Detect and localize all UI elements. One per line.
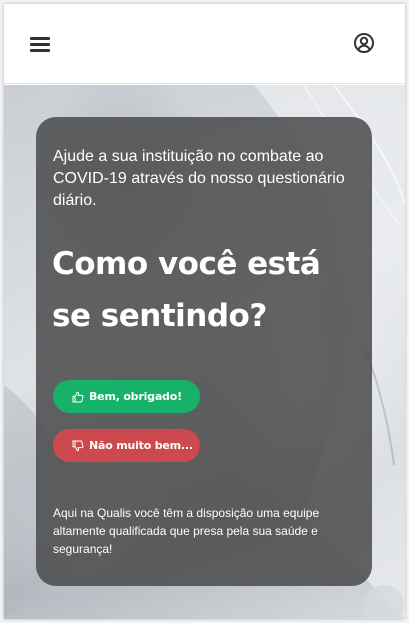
support-text: Aqui na Qualis você têm a disposição uma… bbox=[53, 506, 320, 556]
feeling-good-button[interactable]: Bem, obrigado! bbox=[53, 380, 200, 413]
feeling-bad-label: Não muito bem... bbox=[89, 439, 193, 452]
thumbs-up-icon bbox=[72, 391, 84, 402]
user-profile-icon[interactable] bbox=[352, 31, 376, 55]
question-title: Como você está se sentindo? bbox=[52, 246, 321, 334]
intro-text: Ajude a sua instituição no combate ao CO… bbox=[53, 148, 345, 209]
app-frame: Ajude a sua instituição no combate ao CO… bbox=[4, 4, 405, 619]
thumbs-down-icon bbox=[72, 440, 84, 451]
top-navbar bbox=[4, 4, 405, 84]
questionnaire-card: Ajude a sua instituição no combate ao CO… bbox=[36, 117, 372, 586]
feeling-good-label: Bem, obrigado! bbox=[89, 390, 182, 403]
hero-section: Ajude a sua instituição no combate ao CO… bbox=[4, 85, 405, 619]
hamburger-menu-icon[interactable] bbox=[30, 35, 52, 53]
feeling-bad-button[interactable]: Não muito bem... bbox=[53, 429, 200, 462]
